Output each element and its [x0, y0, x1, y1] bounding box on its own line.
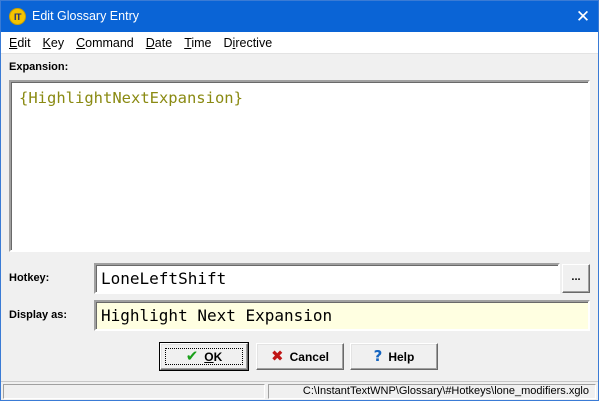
status-pane-left [3, 384, 265, 399]
ok-label: OK [204, 350, 222, 364]
menu-label: dit [17, 35, 31, 50]
hotkey-field[interactable]: LoneLeftShift [94, 263, 560, 294]
ok-accel: O [204, 349, 214, 364]
menu-accel: K [42, 35, 51, 50]
title-bar[interactable]: IT Edit Glossary Entry ✕ [1, 1, 598, 32]
menu-item-edit[interactable]: Edit [3, 33, 37, 53]
menu-item-time[interactable]: Time [178, 33, 217, 53]
ok-button[interactable]: ✔ OK [159, 342, 249, 371]
display-as-label: Display as: [9, 309, 68, 321]
expansion-text: {HighlightNextExpansion} [19, 89, 243, 107]
status-bar: C:\InstantTextWNP\Glossary\#Hotkeys\lone… [1, 381, 598, 400]
instanttext-logo-icon: IT [9, 8, 26, 25]
x-mark-icon: ✖ [271, 347, 284, 365]
app-icon-text: IT [14, 11, 22, 22]
edit-glossary-entry-window: IT Edit Glossary Entry ✕ Edit Key Comman… [0, 0, 599, 401]
hotkey-value: LoneLeftShift [101, 269, 227, 288]
menu-accel: C [76, 35, 86, 50]
window-title: Edit Glossary Entry [32, 9, 139, 23]
menu-item-date[interactable]: Date [140, 33, 178, 53]
help-label: Help [388, 349, 415, 364]
ok-label-rest: K [213, 349, 223, 364]
help-button[interactable]: ? Help [350, 343, 438, 370]
question-mark-icon: ? [373, 347, 383, 365]
cancel-button[interactable]: ✖ Cancel [256, 343, 344, 370]
hotkey-label: Hotkey: [9, 272, 50, 284]
menu-label-prefix: D [223, 35, 233, 50]
checkmark-icon: ✔ [185, 347, 199, 365]
status-file-path: C:\InstantTextWNP\Glossary\#Hotkeys\lone… [268, 384, 596, 399]
expansion-label: Expansion: [9, 61, 69, 73]
expansion-textarea[interactable]: {HighlightNextExpansion} [9, 80, 590, 252]
close-button[interactable]: ✕ [568, 1, 598, 32]
menu-label: ate [154, 35, 173, 50]
menu-item-command[interactable]: Command [70, 33, 140, 53]
close-icon: ✕ [575, 6, 591, 27]
hotkey-browse-button[interactable]: ... [562, 264, 590, 293]
menu-bar: Edit Key Command Date Time Directive [1, 32, 598, 54]
menu-label: ey [50, 35, 65, 50]
menu-label: ime [191, 35, 212, 50]
cancel-label: Cancel [289, 349, 329, 364]
menu-label: ommand [85, 35, 134, 50]
display-as-value: Highlight Next Expansion [101, 306, 333, 325]
menu-label: rective [235, 35, 273, 50]
display-as-field[interactable]: Highlight Next Expansion [94, 300, 590, 331]
menu-item-directive[interactable]: Directive [218, 33, 279, 53]
menu-item-key[interactable]: Key [37, 33, 71, 53]
menu-accel: D [145, 35, 155, 50]
